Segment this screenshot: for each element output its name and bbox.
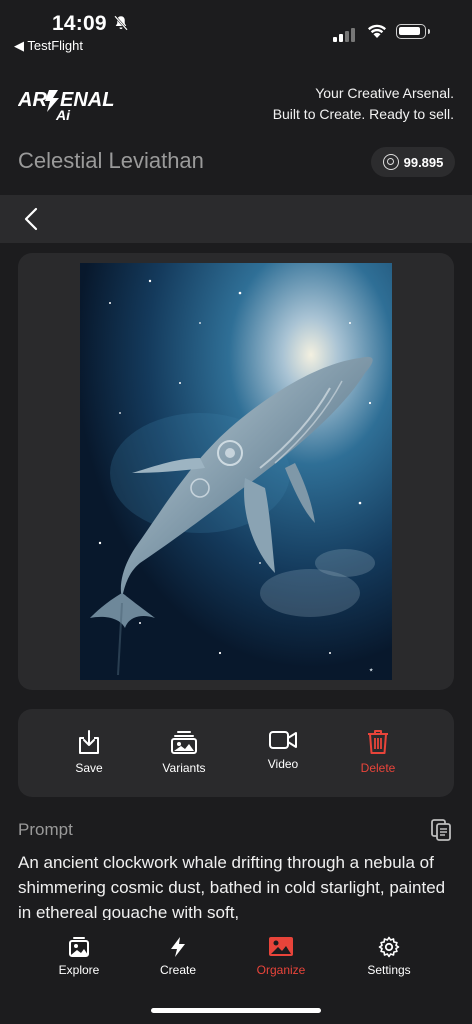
- download-icon: [79, 730, 99, 754]
- svg-text:AR: AR: [18, 89, 47, 111]
- lightning-icon: [171, 937, 185, 957]
- home-indicator[interactable]: [151, 1008, 321, 1013]
- variants-label: Variants: [162, 761, 206, 775]
- chevron-left-icon: [24, 207, 38, 231]
- video-camera-icon: [269, 731, 297, 749]
- battery-icon: [396, 24, 430, 39]
- back-button[interactable]: [16, 203, 46, 235]
- tab-organize-label: Organize: [256, 963, 306, 977]
- tagline-line-2: Built to Create. Ready to sell.: [272, 106, 454, 122]
- credits-badge[interactable]: 99.895: [371, 147, 455, 177]
- gear-icon: [378, 936, 400, 958]
- copy-icon[interactable]: [430, 818, 452, 842]
- trash-icon: [368, 730, 388, 754]
- prompt-heading: Prompt: [18, 820, 73, 839]
- artwork-image[interactable]: ⋆: [80, 263, 392, 680]
- gallery-icon: [69, 937, 89, 957]
- tab-settings[interactable]: Settings: [344, 936, 434, 977]
- tab-create-label: Create: [159, 963, 197, 977]
- tagline: Your Creative Arsenal. Built to Create. …: [273, 83, 454, 125]
- navigation-bar: [0, 195, 472, 243]
- video-button[interactable]: Video: [238, 709, 328, 797]
- svg-text:Ai: Ai: [55, 107, 71, 122]
- tab-organize[interactable]: Organize: [236, 936, 326, 977]
- arsenal-logo: AR ENAL Ai: [18, 89, 114, 122]
- bell-muted-icon: [114, 15, 128, 31]
- delete-button[interactable]: Delete: [333, 709, 423, 797]
- save-button[interactable]: Save: [44, 709, 134, 797]
- coin-icon: [382, 154, 399, 170]
- image-icon: [269, 937, 293, 956]
- actions-bar: Save Variants Video Delete: [18, 709, 454, 797]
- tab-explore-label: Explore: [58, 963, 100, 977]
- delete-label: Delete: [360, 761, 396, 775]
- back-to-testflight-link[interactable]: ◀ TestFlight: [14, 38, 83, 54]
- svg-text:⋆: ⋆: [368, 665, 374, 676]
- tagline-line-1: Your Creative Arsenal.: [315, 85, 454, 101]
- prompt-text: An ancient clockwork whale drifting thro…: [18, 853, 446, 922]
- artwork-title: Celestial Leviathan: [18, 148, 204, 173]
- video-label: Video: [267, 757, 299, 771]
- credits-value: 99.895: [403, 154, 444, 170]
- save-label: Save: [75, 761, 103, 775]
- images-icon: [171, 731, 197, 754]
- variants-button[interactable]: Variants: [139, 709, 229, 797]
- tab-settings-label: Settings: [367, 963, 411, 977]
- cellular-signal-icon: [333, 24, 357, 42]
- tab-create[interactable]: Create: [133, 936, 223, 977]
- artwork-card: ⋆: [18, 253, 454, 690]
- wifi-icon: [368, 24, 386, 38]
- tab-explore[interactable]: Explore: [34, 936, 124, 977]
- status-time: 14:09: [52, 12, 107, 35]
